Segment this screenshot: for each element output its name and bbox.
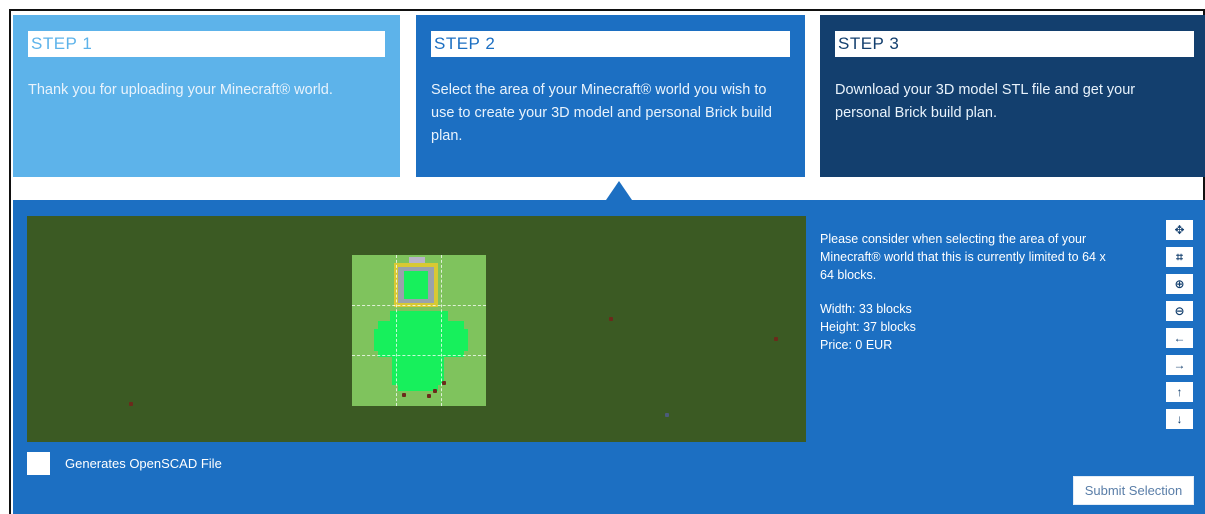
terrain-block — [392, 355, 444, 385]
step-3-description: Download your 3D model STL file and get … — [835, 82, 1136, 121]
selection-panel: Please consider when selecting the area … — [13, 200, 1205, 514]
selection-guide-line — [352, 355, 486, 356]
zoom-in-button[interactable]: ⊕ — [1166, 274, 1193, 294]
step-2-title: STEP 2 — [431, 31, 790, 57]
move-button[interactable]: ✥ — [1166, 220, 1193, 240]
step-2-card: STEP 2 Select the area of your Minecraft… — [416, 15, 805, 177]
selection-guide-line — [441, 255, 442, 406]
selection-width: Width: 33 blocks — [820, 302, 912, 316]
terrain-block — [398, 383, 438, 391]
zoom-out-icon: ⊖ — [1174, 304, 1185, 318]
selection-info: Please consider when selecting the area … — [820, 230, 1120, 354]
step-2-description: Select the area of your Minecraft® world… — [431, 82, 772, 144]
map-block — [665, 413, 669, 417]
selection-height: Height: 37 blocks — [820, 320, 916, 334]
map-block — [609, 317, 613, 321]
map-block — [774, 337, 778, 341]
terrain-block — [374, 329, 468, 351]
submit-selection-button[interactable]: Submit Selection — [1073, 476, 1194, 505]
selection-guide-line — [396, 255, 397, 406]
pan-up-button[interactable]: ↑ — [1166, 382, 1193, 402]
openscad-checkbox[interactable] — [27, 452, 50, 475]
selection-area[interactable] — [352, 255, 486, 406]
crop-button[interactable]: ⌗ — [1166, 247, 1193, 267]
map-block — [427, 394, 431, 398]
selection-guide-line — [352, 305, 486, 306]
terrain-block — [404, 271, 428, 299]
pan-right-button[interactable]: → — [1166, 355, 1193, 375]
arrow-up-icon: ↑ — [1176, 385, 1183, 399]
map-toolbar: ✥ ⌗ ⊕ ⊖ ← → ↑ ↓ — [1166, 220, 1194, 436]
step-1-card: STEP 1 Thank you for uploading your Mine… — [13, 15, 400, 177]
arrow-down-icon: ↓ — [1176, 412, 1183, 426]
move-icon: ✥ — [1174, 223, 1185, 237]
zoom-in-icon: ⊕ — [1174, 277, 1185, 291]
arrow-right-icon: → — [1173, 358, 1186, 372]
selection-price: Price: 0 EUR — [820, 338, 893, 352]
step-1-title: STEP 1 — [28, 31, 385, 57]
map-block — [442, 381, 446, 385]
crop-icon: ⌗ — [1176, 249, 1183, 264]
world-map-canvas[interactable] — [27, 216, 806, 442]
zoom-out-button[interactable]: ⊖ — [1166, 301, 1193, 321]
step-1-description: Thank you for uploading your Minecraft® … — [28, 82, 333, 98]
map-block — [433, 389, 437, 393]
pan-left-button[interactable]: ← — [1166, 328, 1193, 348]
step-3-title: STEP 3 — [835, 31, 1194, 57]
active-step-pointer — [606, 181, 632, 200]
pan-down-button[interactable]: ↓ — [1166, 409, 1193, 429]
openscad-checkbox-label: Generates OpenSCAD File — [65, 456, 222, 471]
map-block — [129, 402, 133, 406]
arrow-left-icon: ← — [1173, 331, 1186, 345]
map-block — [402, 393, 406, 397]
limit-note: Please consider when selecting the area … — [820, 232, 1106, 282]
step-3-card: STEP 3 Download your 3D model STL file a… — [820, 15, 1205, 177]
